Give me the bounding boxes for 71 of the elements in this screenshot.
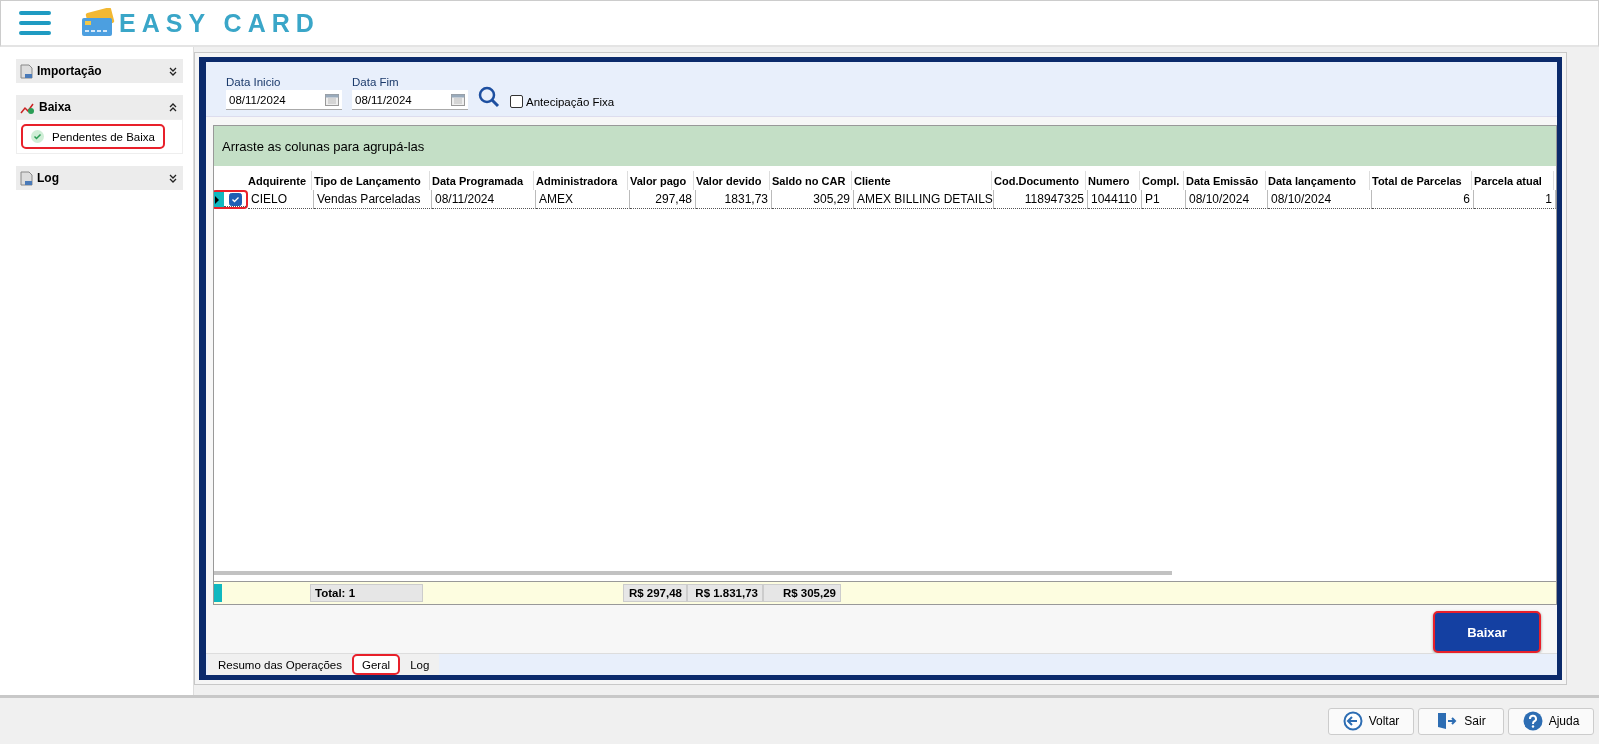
row-checkbox[interactable] [228,192,242,206]
summary-total: R$ 297,48 [623,584,687,602]
calendar-icon[interactable] [451,93,465,106]
calendar-icon[interactable] [325,93,339,106]
table-cell: 6 [1372,190,1474,209]
table-cell: AMEX [536,190,630,209]
column-header[interactable]: Cod.Documento [992,171,1086,190]
sidebar-item[interactable]: Pendentes de Baixa [21,124,165,149]
back-button[interactable]: Voltar [1328,707,1414,735]
column-header[interactable]: Data Emissão [1184,171,1266,190]
tab[interactable]: Resumo das Operações [208,654,352,675]
exit-button[interactable]: Sair [1418,707,1504,735]
exit-door-icon [1436,711,1459,731]
horizontal-scrollbar[interactable] [214,571,1172,575]
tab[interactable]: Geral [352,654,401,675]
table-cell: 118947325 [994,190,1088,209]
summary-row-indicator [214,584,222,602]
tab[interactable]: Log [400,654,440,675]
table-cell: 08/11/2024 [432,190,536,209]
column-header[interactable]: Numero [1086,171,1140,190]
expand-icon[interactable] [169,66,177,76]
sidebar-group-header[interactable]: Importação [16,59,183,83]
table-cell: AMEX BILLING DETAILS [854,190,994,209]
app-title: EASY CARD [119,8,320,38]
table-cell: 305,29 [772,190,854,209]
document-icon [20,170,33,186]
date-field[interactable]: 08/11/2024 [352,90,468,110]
summary-total: R$ 305,29 [763,584,841,602]
menu-icon[interactable] [19,11,51,35]
table-cell: 1 [1474,190,1556,209]
table-cell: Vendas Parceladas [314,190,432,209]
summary-total: R$ 1.831,73 [687,584,763,602]
summary-count: Total: 1 [310,584,423,602]
column-header[interactable]: Total de Parcelas [1370,171,1472,190]
field-label: Data Fim [352,76,400,88]
date-field[interactable]: 08/11/2024 [226,90,342,110]
credit-card-icon [81,8,115,38]
document-icon [20,63,33,79]
column-header[interactable]: Adquirente [246,171,312,190]
baixar-button[interactable]: Baixar [1433,611,1541,653]
sidebar-group-header[interactable]: Log [16,166,183,190]
help-icon [1522,711,1543,731]
group-hint: Arraste as colunas para agrupá-las [214,126,1556,166]
column-header[interactable]: Compl. [1140,171,1184,190]
checkbox[interactable] [510,95,523,108]
table-cell: 1831,73 [696,190,772,209]
column-header[interactable]: Data lançamento [1266,171,1370,190]
column-header[interactable]: Tipo de Lançamento [312,171,430,190]
column-header[interactable]: Cliente [852,171,992,190]
row-selector[interactable] [214,190,248,209]
sidebar-group-header[interactable]: Baixa [16,95,183,119]
checkbox-label: Antecipação Fixa [526,95,615,108]
collapse-icon[interactable] [169,102,177,112]
table-cell: CIELO [248,190,314,209]
field-label: Data Inicio [226,76,282,88]
column-header[interactable]: Parcela atual [1472,171,1554,190]
table-cell: 297,48 [630,190,696,209]
table-cell: 08/10/2024 [1186,190,1268,209]
column-header[interactable]: Saldo no CAR [770,171,852,190]
help-button[interactable]: Ajuda [1508,707,1594,735]
table-cell: 08/10/2024 [1268,190,1372,209]
column-header[interactable]: Valor devido [694,171,770,190]
current-row-icon [214,195,220,204]
column-header[interactable]: Data Programada [430,171,534,190]
expand-icon[interactable] [169,173,177,183]
search-icon[interactable] [478,86,500,108]
table-cell: 1044110 [1088,190,1142,209]
table-cell: P1 [1142,190,1186,209]
column-header[interactable]: Administradora [534,171,628,190]
column-header[interactable]: Valor pago [628,171,694,190]
check-circle-icon [31,130,44,143]
